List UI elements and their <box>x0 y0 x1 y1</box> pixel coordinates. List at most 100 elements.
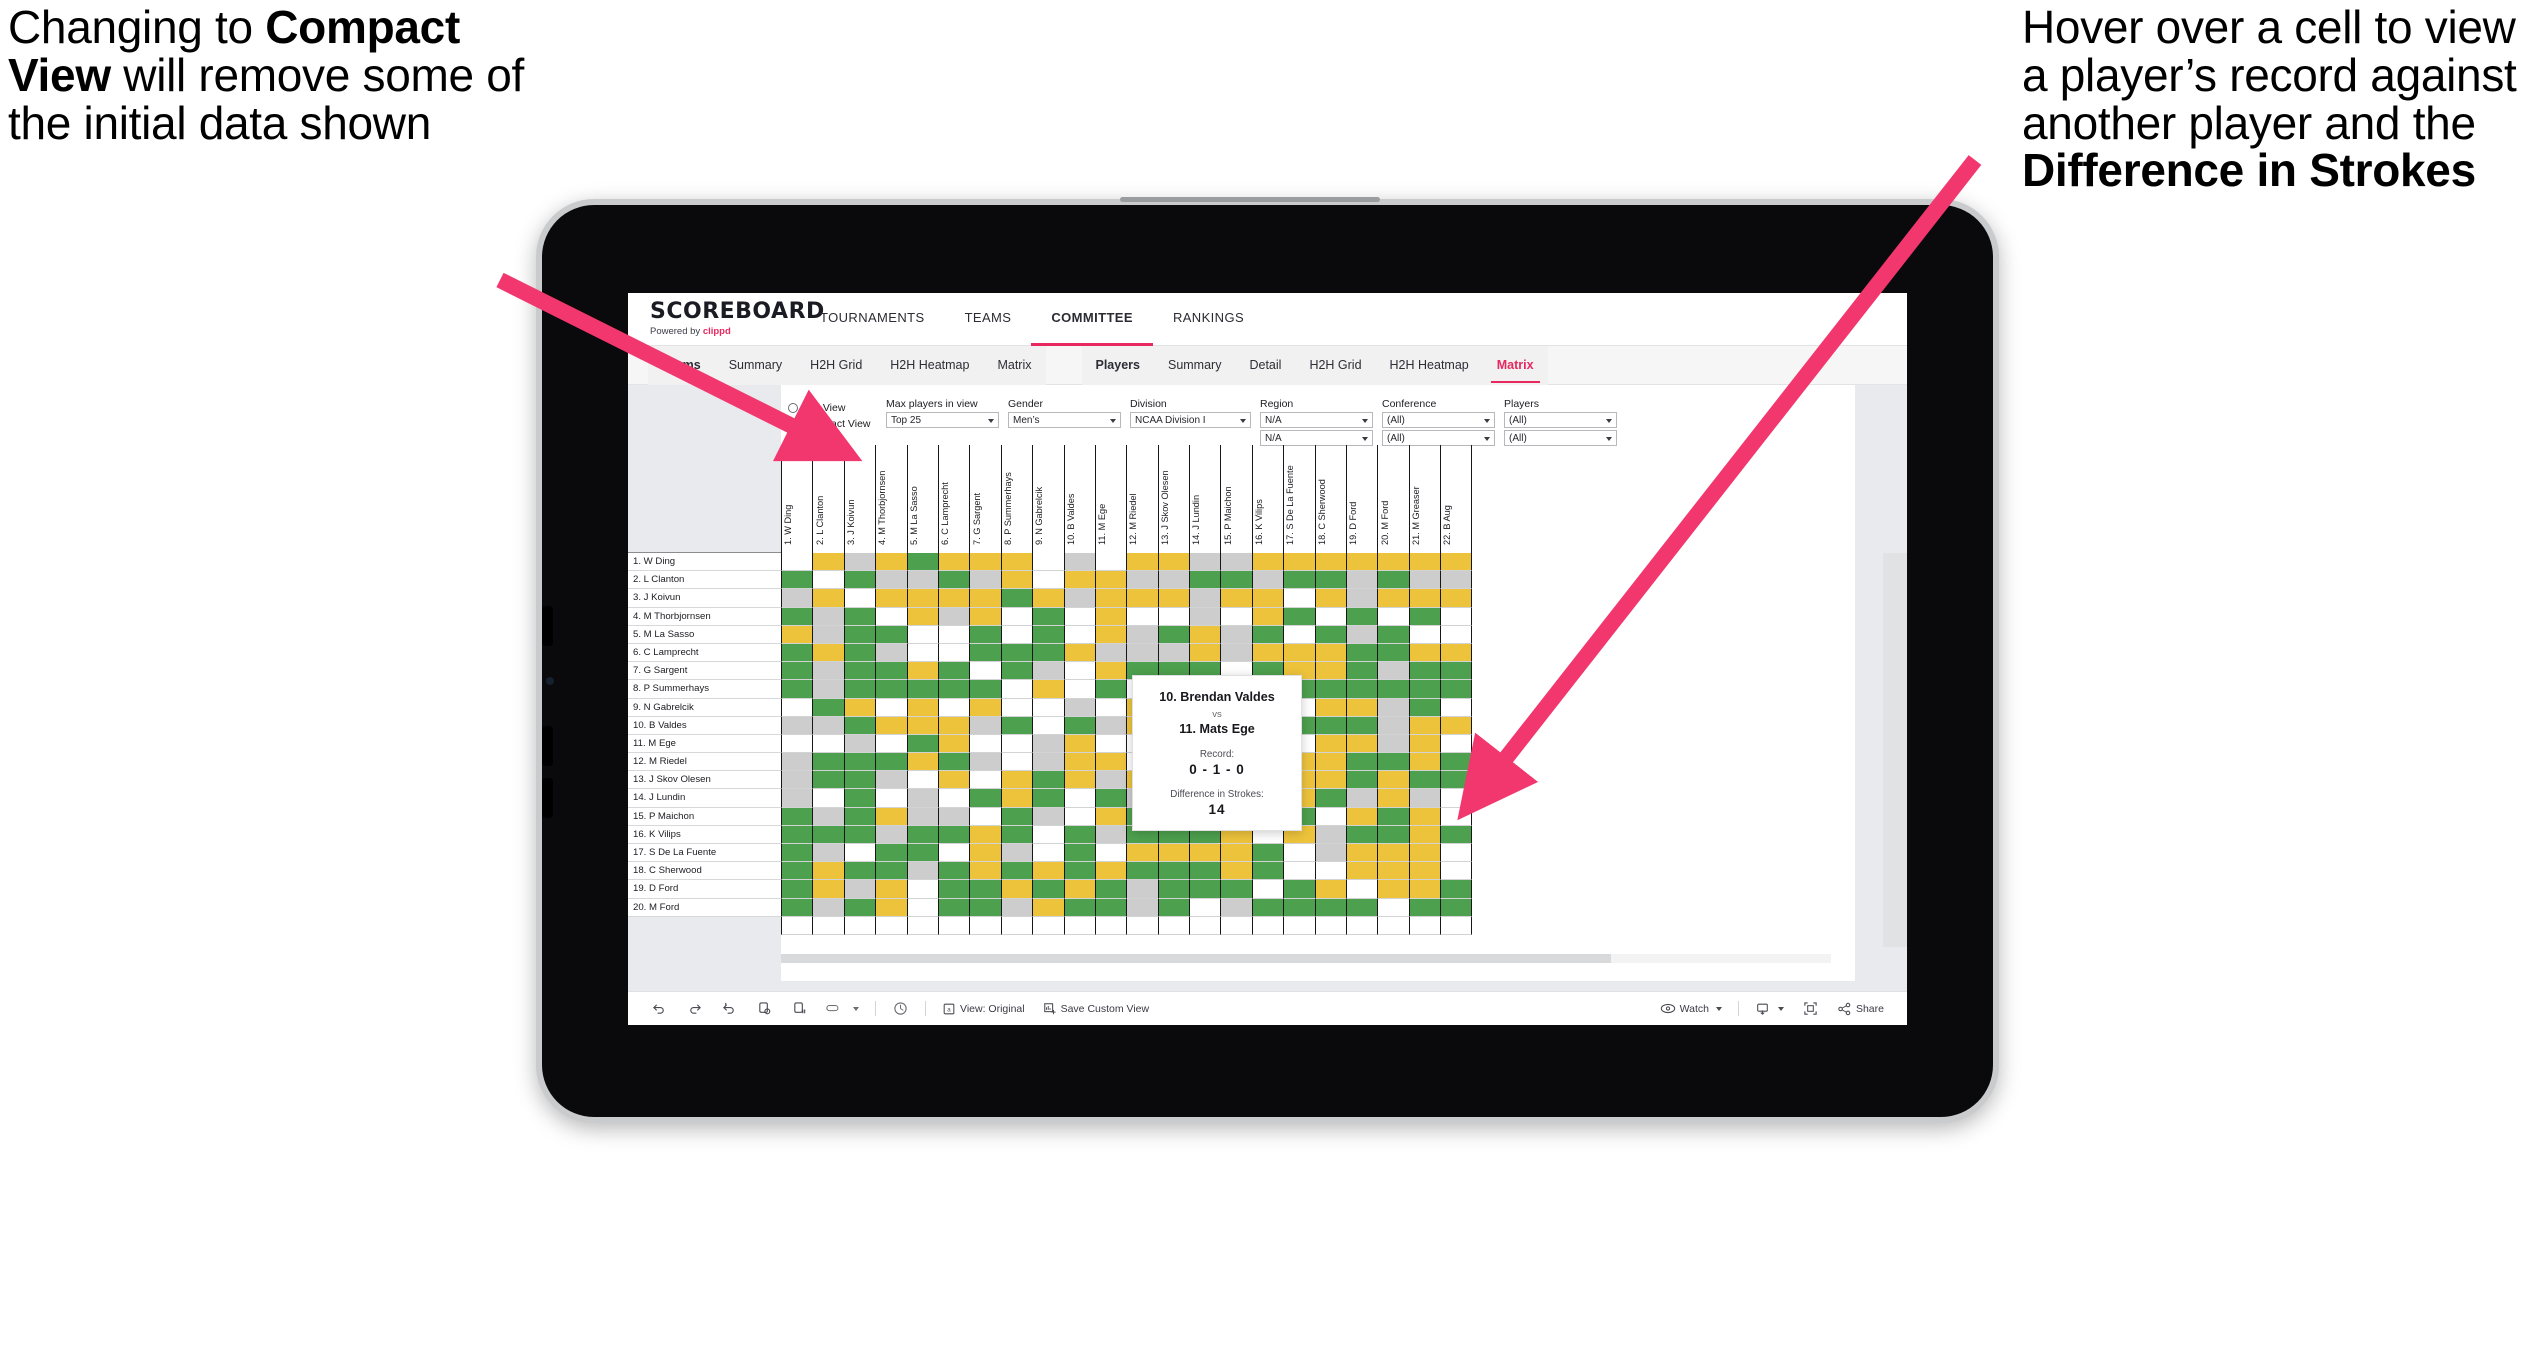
matrix-cell[interactable] <box>969 589 1001 608</box>
matrix-cell[interactable] <box>812 898 844 917</box>
matrix-cell[interactable] <box>1346 625 1378 644</box>
matrix-cell[interactable] <box>875 698 907 717</box>
matrix-cell[interactable] <box>1377 734 1409 754</box>
matrix-cell[interactable] <box>812 698 844 717</box>
matrix-cell[interactable] <box>1377 771 1409 790</box>
matrix-row-label[interactable]: 19. D Ford <box>628 880 781 899</box>
matrix-cell[interactable] <box>1283 880 1315 899</box>
matrix-row-label[interactable]: 20. M Ford <box>628 898 781 917</box>
matrix-cell[interactable] <box>1314 716 1347 735</box>
matrix-cell[interactable] <box>1377 880 1409 899</box>
matrix-cell[interactable] <box>1032 607 1064 626</box>
matrix-cell[interactable] <box>781 571 813 590</box>
matrix-cell[interactable] <box>812 880 844 899</box>
matrix-cell[interactable] <box>1408 607 1441 626</box>
matrix-cell[interactable] <box>906 553 938 572</box>
matrix-cell[interactable] <box>1000 643 1033 663</box>
matrix-cell[interactable] <box>875 625 907 644</box>
matrix-cell[interactable] <box>937 844 970 863</box>
matrix-cell[interactable] <box>969 862 1001 881</box>
matrix-cell[interactable] <box>969 753 1001 772</box>
matrix-cell[interactable] <box>1063 862 1095 881</box>
matrix-cell[interactable] <box>1314 589 1347 608</box>
matrix-cell[interactable] <box>1000 607 1033 626</box>
subnav-players[interactable]: Players <box>1082 346 1154 385</box>
matrix-cell[interactable] <box>1408 734 1441 754</box>
matrix-cell[interactable] <box>937 643 970 663</box>
matrix-cell[interactable] <box>906 898 938 917</box>
matrix-cell[interactable] <box>1408 898 1441 917</box>
matrix-cell[interactable] <box>1126 553 1158 572</box>
matrix-cell[interactable] <box>843 625 876 644</box>
matrix-cell[interactable] <box>1283 898 1315 917</box>
matrix-cell[interactable] <box>1314 753 1347 772</box>
matrix-cell[interactable] <box>1377 589 1409 608</box>
matrix-col-header[interactable]: 18. C Sherwood <box>1314 445 1346 553</box>
matrix-cell[interactable] <box>1000 698 1033 717</box>
matrix-cell[interactable] <box>812 862 844 881</box>
matrix-cell[interactable] <box>1189 589 1221 608</box>
matrix-cell[interactable] <box>1408 553 1441 572</box>
matrix-row-label[interactable]: 5. M La Sasso <box>628 625 781 644</box>
view-mode-radio-group[interactable]: Full View Compact View <box>788 398 886 432</box>
matrix-col-header[interactable]: 8. P Summerhays <box>1000 445 1032 553</box>
matrix-cell[interactable] <box>937 825 970 844</box>
matrix-cell[interactable] <box>1251 607 1284 626</box>
matrix-cell[interactable] <box>1377 789 1409 808</box>
matrix-cell[interactable] <box>1094 862 1127 881</box>
matrix-cell[interactable] <box>1251 625 1284 644</box>
matrix-cell[interactable] <box>1063 607 1095 626</box>
matrix-cell[interactable] <box>906 698 938 717</box>
matrix-cell[interactable] <box>937 716 970 735</box>
matrix-cell[interactable] <box>1251 898 1284 917</box>
matrix-cell[interactable] <box>1063 789 1095 808</box>
matrix-cell[interactable] <box>1094 789 1127 808</box>
matrix-cell[interactable] <box>875 753 907 772</box>
matrix-cell[interactable] <box>1063 807 1095 826</box>
matrix-cell[interactable] <box>1283 862 1315 881</box>
matrix-cell[interactable] <box>781 698 813 717</box>
matrix-cell[interactable] <box>1283 844 1315 863</box>
matrix-cell[interactable] <box>1314 698 1347 717</box>
matrix-cell[interactable] <box>843 862 876 881</box>
matrix-cell[interactable] <box>1346 771 1378 790</box>
matrix-cell[interactable] <box>937 753 970 772</box>
matrix-cell[interactable] <box>969 607 1001 626</box>
scoreboard-logo[interactable]: SCOREBOARD Powered by clippd <box>650 301 824 338</box>
matrix-cell[interactable] <box>1000 771 1033 790</box>
matrix-cell[interactable] <box>1440 880 1472 899</box>
matrix-col-header[interactable]: 15. P Maichon <box>1220 445 1251 553</box>
matrix-cell[interactable] <box>843 734 876 754</box>
matrix-cell[interactable] <box>1032 844 1064 863</box>
filter-select[interactable]: (All) <box>1504 430 1617 446</box>
matrix-cell[interactable] <box>1251 571 1284 590</box>
matrix-cell[interactable] <box>1440 662 1472 681</box>
matrix-cell[interactable] <box>875 825 907 844</box>
matrix-cell[interactable] <box>937 771 970 790</box>
matrix-cell[interactable] <box>1283 571 1315 590</box>
matrix-cell[interactable] <box>1314 844 1347 863</box>
matrix-cell[interactable] <box>969 698 1001 717</box>
matrix-cell[interactable] <box>812 844 844 863</box>
matrix-cell[interactable] <box>875 880 907 899</box>
matrix-cell[interactable] <box>812 789 844 808</box>
matrix-cell[interactable] <box>843 662 876 681</box>
matrix-cell[interactable] <box>1189 625 1221 644</box>
matrix-cell[interactable] <box>1377 753 1409 772</box>
matrix-cell[interactable] <box>906 771 938 790</box>
matrix-cell[interactable] <box>937 880 970 899</box>
matrix-cell[interactable] <box>1440 698 1472 717</box>
share-button[interactable]: Share <box>1828 1002 1893 1016</box>
matrix-cell[interactable] <box>1157 571 1190 590</box>
matrix-cell[interactable] <box>781 807 813 826</box>
matrix-cell[interactable] <box>1440 571 1472 590</box>
matrix-cell[interactable] <box>1000 825 1033 844</box>
matrix-cell[interactable] <box>1314 771 1347 790</box>
matrix-cell[interactable] <box>1440 589 1472 608</box>
matrix-cell[interactable] <box>1000 589 1033 608</box>
matrix-cell[interactable] <box>1126 625 1158 644</box>
matrix-cell[interactable] <box>1408 698 1441 717</box>
matrix-cell[interactable] <box>1408 625 1441 644</box>
matrix-cell[interactable] <box>781 789 813 808</box>
filter-select[interactable]: (All) <box>1382 412 1495 428</box>
